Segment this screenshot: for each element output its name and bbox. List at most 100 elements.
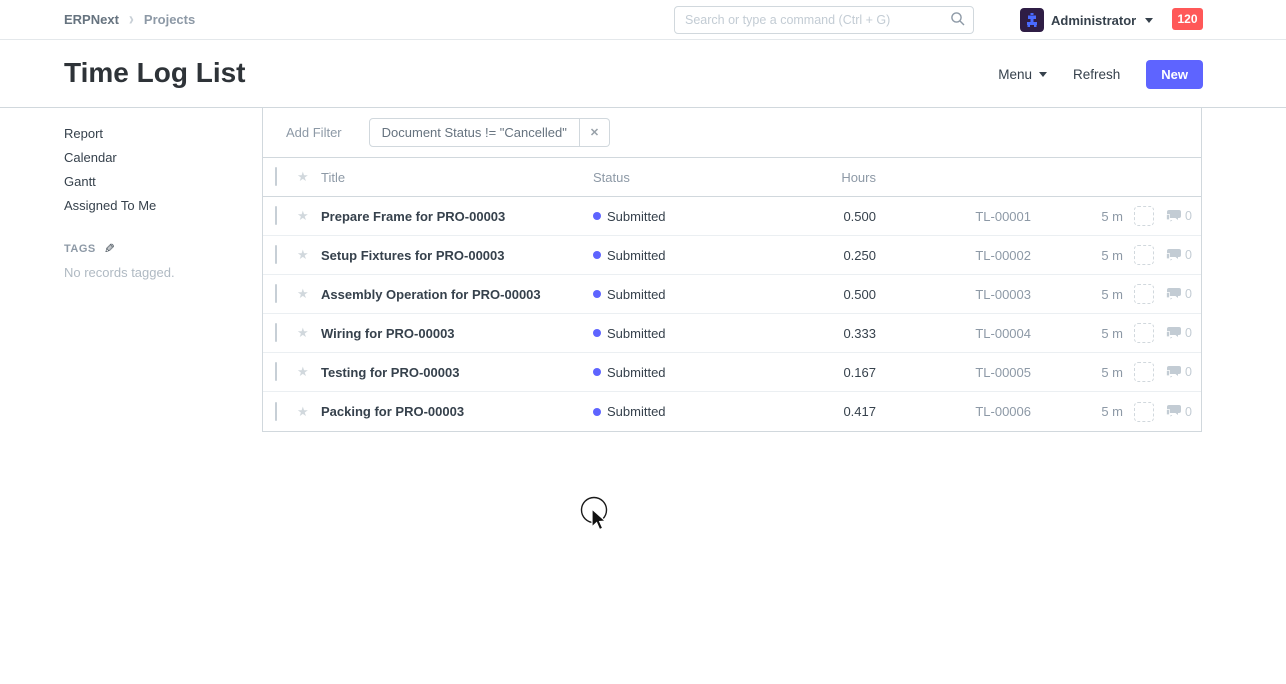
filter-chip-label[interactable]: Document Status != "Cancelled" [369,118,580,147]
star-icon[interactable]: ★ [297,170,311,184]
comment-count: 0 [1185,405,1192,419]
comment-indicator[interactable]: 0 [1165,365,1192,379]
row-checkbox[interactable] [275,402,277,421]
status-dot-icon [593,212,601,220]
navbar: ERPNext › Projects Administ [0,0,1286,40]
tags-heading: TAGS [64,243,96,255]
row-checkbox[interactable] [275,362,277,381]
active-filter-chip: Document Status != "Cancelled" ✕ [369,118,610,147]
comment-indicator[interactable]: 0 [1165,405,1192,419]
row-title[interactable]: Assembly Operation for PRO-00003 [321,287,593,302]
status-dot-icon [593,329,601,337]
row-title[interactable]: Wiring for PRO-00003 [321,326,593,341]
comment-count: 0 [1185,287,1192,301]
menu-button-label: Menu [998,67,1032,82]
chevron-right-icon: › [129,9,134,30]
status-label: Submitted [607,209,666,224]
assignee-placeholder[interactable] [1134,362,1154,382]
tags-empty-text: No records tagged. [64,265,234,280]
assignee-placeholder[interactable] [1134,245,1154,265]
status-badge: Submitted [593,326,763,341]
record-id-link[interactable]: TL-00001 [876,209,1031,224]
row-title[interactable]: Testing for PRO-00003 [321,365,593,380]
row-title[interactable]: Setup Fixtures for PRO-00003 [321,248,593,263]
status-dot-icon [593,290,601,298]
star-icon[interactable]: ★ [297,405,311,419]
hours-value: 0.417 [763,404,876,419]
table-row: ★ Prepare Frame for PRO-00003 Submitted … [263,197,1201,236]
row-checkbox[interactable] [275,323,277,342]
star-icon[interactable]: ★ [297,209,311,223]
column-header-status: Status [593,170,763,185]
assignee-placeholder[interactable] [1134,402,1154,422]
comment-icon [1165,249,1181,262]
status-dot-icon [593,251,601,259]
assignee-placeholder[interactable] [1134,284,1154,304]
add-filter-button[interactable]: Add Filter [286,125,342,140]
row-checkbox[interactable] [275,206,277,225]
star-icon[interactable]: ★ [297,326,311,340]
star-icon[interactable]: ★ [297,248,311,262]
new-button[interactable]: New [1146,60,1203,89]
list-header-row: ★ Title Status Hours [263,158,1201,197]
row-checkbox[interactable] [275,245,277,264]
comment-icon [1165,288,1181,301]
assignee-placeholder[interactable] [1134,323,1154,343]
record-id-link[interactable]: TL-00004 [876,326,1031,341]
breadcrumb-projects[interactable]: Projects [144,12,195,27]
user-name: Administrator [1051,13,1136,28]
notification-badge[interactable]: 120 [1172,8,1203,30]
star-icon[interactable]: ★ [297,365,311,379]
page-head: Time Log List Menu Refresh New [0,41,1286,108]
search-input[interactable] [674,6,974,34]
breadcrumb: ERPNext › Projects [64,11,195,28]
edit-pencil-icon[interactable]: ✎ [104,241,115,257]
sidebar-item-report[interactable]: Report [64,122,234,146]
assignee-placeholder[interactable] [1134,206,1154,226]
list-sidebar: Report Calendar Gantt Assigned To Me TAG… [64,122,234,280]
record-id-link[interactable]: TL-00005 [876,365,1031,380]
sidebar-item-calendar[interactable]: Calendar [64,146,234,170]
menu-button[interactable]: Menu [998,67,1047,82]
comment-count: 0 [1185,365,1192,379]
table-row: ★ Testing for PRO-00003 Submitted 0.167 … [263,353,1201,392]
row-title[interactable]: Prepare Frame for PRO-00003 [321,209,593,224]
filter-area: Add Filter Document Status != "Cancelled… [263,108,1201,158]
comment-indicator[interactable]: 0 [1165,209,1192,223]
table-row: ★ Setup Fixtures for PRO-00003 Submitted… [263,236,1201,275]
column-header-hours: Hours [763,170,876,185]
record-id-link[interactable]: TL-00002 [876,248,1031,263]
status-label: Submitted [607,248,666,263]
brand-erpnext[interactable]: ERPNext [64,12,119,27]
status-label: Submitted [607,404,666,419]
row-checkbox[interactable] [275,284,277,303]
sidebar-item-gantt[interactable]: Gantt [64,170,234,194]
status-dot-icon [593,408,601,416]
hours-value: 0.500 [763,287,876,302]
record-id-link[interactable]: TL-00006 [876,404,1031,419]
sidebar-item-assigned-to-me[interactable]: Assigned To Me [64,194,234,218]
modified-ago: 5 m [1031,365,1123,380]
table-row: ★ Assembly Operation for PRO-00003 Submi… [263,275,1201,314]
row-title[interactable]: Packing for PRO-00003 [321,404,593,419]
status-label: Submitted [607,326,666,341]
comment-indicator[interactable]: 0 [1165,326,1192,340]
modified-ago: 5 m [1031,404,1123,419]
star-icon[interactable]: ★ [297,287,311,301]
comment-indicator[interactable]: 0 [1165,287,1192,301]
search-icon[interactable] [950,11,966,32]
refresh-button[interactable]: Refresh [1073,67,1120,82]
record-id-link[interactable]: TL-00003 [876,287,1031,302]
chevron-down-icon [1145,18,1153,23]
remove-filter-icon[interactable]: ✕ [580,118,610,147]
comment-icon [1165,327,1181,340]
chevron-down-icon [1039,72,1047,77]
avatar [1020,8,1044,32]
comment-indicator[interactable]: 0 [1165,248,1192,262]
user-menu[interactable]: Administrator [1020,0,1153,40]
select-all-checkbox[interactable] [275,167,277,186]
modified-ago: 5 m [1031,326,1123,341]
list-container: Add Filter Document Status != "Cancelled… [262,108,1202,432]
status-badge: Submitted [593,209,763,224]
global-search [674,6,974,34]
